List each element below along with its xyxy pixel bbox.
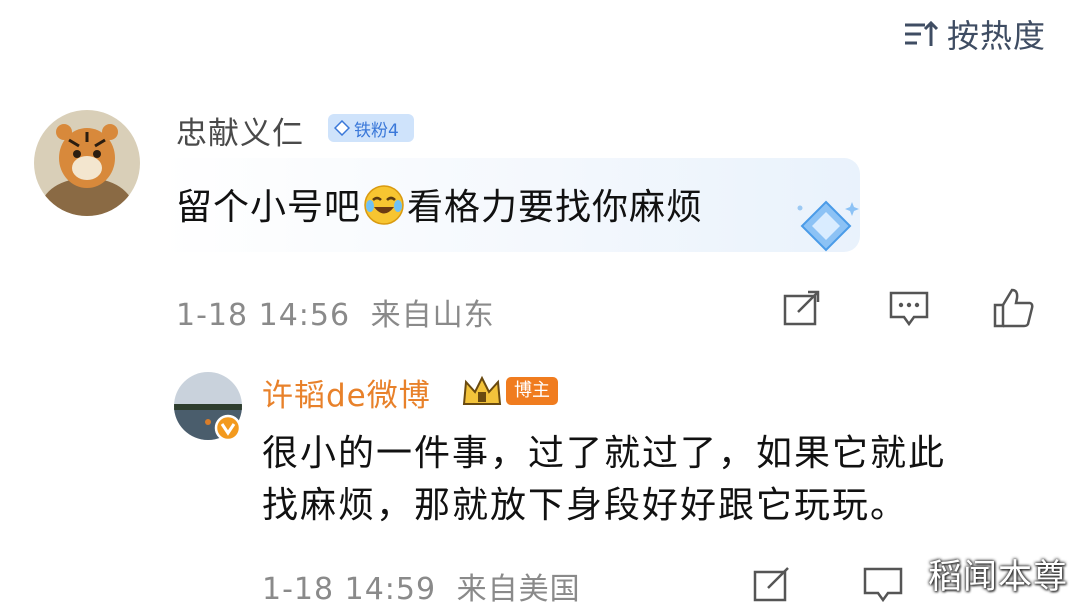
blogger-tag: 博主 [506,377,558,405]
fan-badge: 铁粉4 [328,114,414,142]
comment-meta: 1-18 14:56 来自山东 [176,290,495,334]
reply-line: 找麻烦，那就放下身段好好跟它玩玩。 [262,485,909,526]
comment-text: 留个小号吧 看格力要找你麻烦 [176,178,703,230]
comment-text-after: 看格力要找你麻烦 [407,187,704,228]
share-icon[interactable] [782,290,822,328]
comment-icon[interactable] [888,290,930,328]
reply-meta: 1-18 14:59 来自美国 [262,564,581,608]
watermark: 稻闻本尊 [928,557,1068,597]
comment-location: 来自山东 [370,298,495,333]
crown-icon [460,374,504,408]
verified-badge-icon [214,414,242,446]
comment-author[interactable]: 忠献义仁 [176,108,304,153]
reply-text: 很小的一件事，过了就过了，如果它就此 找麻烦，那就放下身段好好跟它玩玩。 [262,428,1052,532]
avatar[interactable] [34,110,140,216]
diamond-icon [333,119,351,137]
fan-badge-label: 铁粉4 [354,120,399,141]
blogger-badge: 博主 [460,374,558,408]
sort-by-heat-button[interactable]: 按热度 [903,10,1046,58]
sort-label: 按热度 [946,17,1046,55]
comment-text-before: 留个小号吧 [176,187,362,228]
comment-time: 1-18 14:56 [176,298,351,333]
like-icon[interactable] [992,286,1036,330]
reply-location: 来自美国 [456,572,581,607]
reply-time: 1-18 14:59 [262,572,437,607]
laugh-cry-emoji-icon [362,182,406,226]
comment-icon[interactable] [862,566,904,604]
diamond-decoration-icon [792,196,862,260]
share-icon[interactable] [752,566,792,604]
reply-line: 很小的一件事，过了就过了，如果它就此 [262,433,947,474]
sort-icon [903,19,939,49]
reply-author[interactable]: 许韬de微博 [262,370,431,415]
